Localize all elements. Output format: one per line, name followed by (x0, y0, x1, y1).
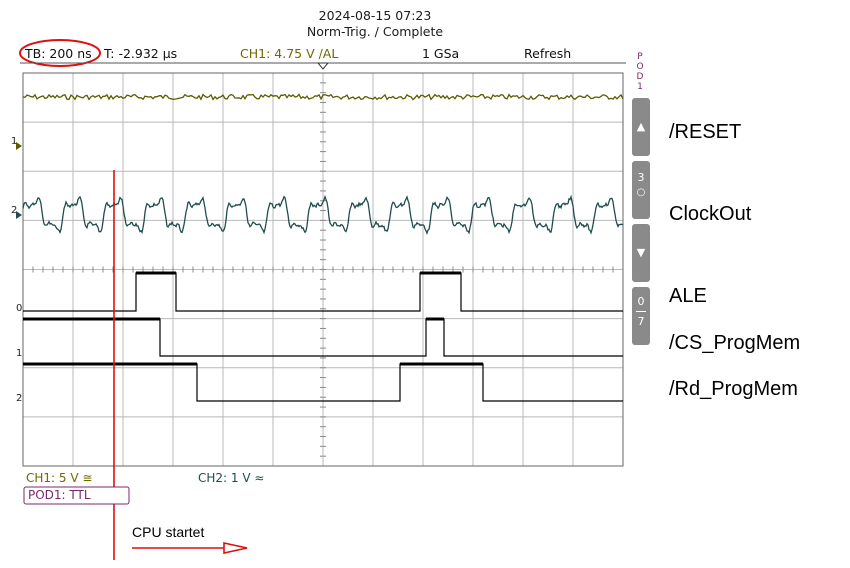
ch2-offset-arrow (16, 211, 22, 219)
signal-label-reset: /RESET (669, 121, 742, 143)
up-arrow-icon: ▲ (636, 120, 646, 133)
signal-label-clockout: ClockOut (669, 203, 752, 225)
signal-label-ale: ALE (669, 285, 707, 307)
signal-label-cs-progmem: /CS_ProgMem (669, 332, 801, 354)
pod1-label[interactable]: POD1: TTL (28, 488, 91, 502)
knob-number: 3 (637, 171, 645, 184)
ch2-scale-readout[interactable]: CH2: 1 V ≈ (198, 471, 264, 485)
ch1-scale-readout[interactable]: CH1: 5 V ≅ (26, 471, 92, 485)
timebase-highlight-ellipse (19, 39, 101, 67)
signal-label-rd-progmem: /Rd_ProgMem (669, 378, 798, 400)
grid (22, 72, 624, 467)
ch1-offset-arrow (16, 142, 22, 150)
cpu-start-annotation: CPU startet (132, 524, 205, 540)
pod-vertical-tag: P O D 1 (636, 52, 644, 92)
waveform-display[interactable] (0, 0, 850, 568)
down-arrow-icon: ▼ (636, 246, 646, 259)
annotation-arrow-head (223, 542, 248, 554)
channel-select-knob[interactable]: 3 ○ (632, 161, 650, 219)
digital-range-button[interactable]: 0 7 (632, 287, 650, 345)
trigger-position-marker (316, 62, 330, 70)
scroll-down-button[interactable]: ▼ (632, 224, 650, 282)
knob-dot-icon: ○ (636, 187, 646, 198)
scroll-up-button[interactable]: ▲ (632, 98, 650, 156)
